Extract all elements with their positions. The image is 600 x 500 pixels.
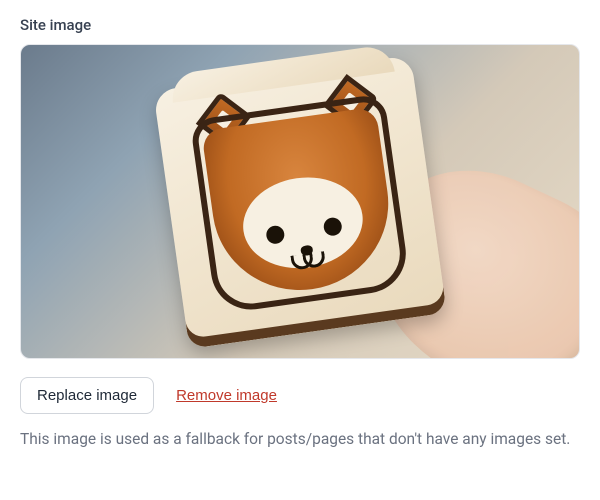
toast-illustration [153,55,447,349]
remove-image-link[interactable]: Remove image [176,387,277,404]
site-image-preview[interactable] [20,44,580,359]
site-image-help-text: This image is used as a fallback for pos… [20,428,580,451]
site-image-label: Site image [20,16,580,34]
image-controls: Replace image Remove image [20,377,580,414]
replace-image-button[interactable]: Replace image [20,377,154,414]
